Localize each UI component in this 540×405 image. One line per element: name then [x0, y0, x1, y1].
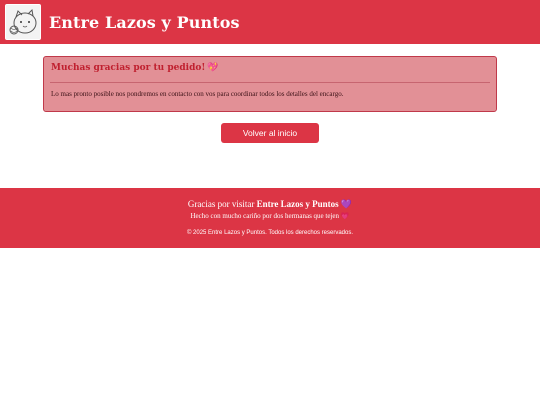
footer-thanks-prefix: Gracias por visitar [187, 199, 255, 209]
alert-heading: Muchas gracias por tu pedido! 💖 [51, 63, 219, 73]
purple-heart-icon: 💜 [340, 199, 353, 209]
pink-heart-icon: 💗 [340, 212, 350, 220]
heart-icon: 💖 [207, 63, 219, 73]
footer-made-text: Hecho con mucho cariño por dos hermanas … [190, 212, 340, 220]
footer-made-with: Hecho con mucho cariño por dos hermanas … [0, 212, 540, 220]
alert-title: Muchas gracias por tu pedido! [51, 63, 206, 73]
footer: Gracias por visitar Entre Lazos y Puntos… [0, 188, 540, 248]
success-alert: Muchas gracias por tu pedido! 💖 Lo mas pr… [43, 56, 497, 112]
footer-brand: Entre Lazos y Puntos [256, 199, 339, 209]
alert-message: Lo mas pronto posible nos pondremos en c… [51, 90, 344, 98]
alert-divider [50, 82, 490, 83]
back-home-button[interactable]: Volver al inicio [221, 123, 319, 143]
footer-copyright: © 2025 Entre Lazos y Puntos. Todos los d… [186, 230, 354, 236]
yarn-cat-logo-icon [6, 5, 40, 39]
navbar: Entre Lazos y Puntos [0, 0, 540, 44]
brand-title[interactable]: Entre Lazos y Puntos [49, 13, 240, 32]
footer-thanks: Gracias por visitar Entre Lazos y Puntos… [0, 199, 540, 210]
logo-image[interactable] [5, 4, 41, 40]
